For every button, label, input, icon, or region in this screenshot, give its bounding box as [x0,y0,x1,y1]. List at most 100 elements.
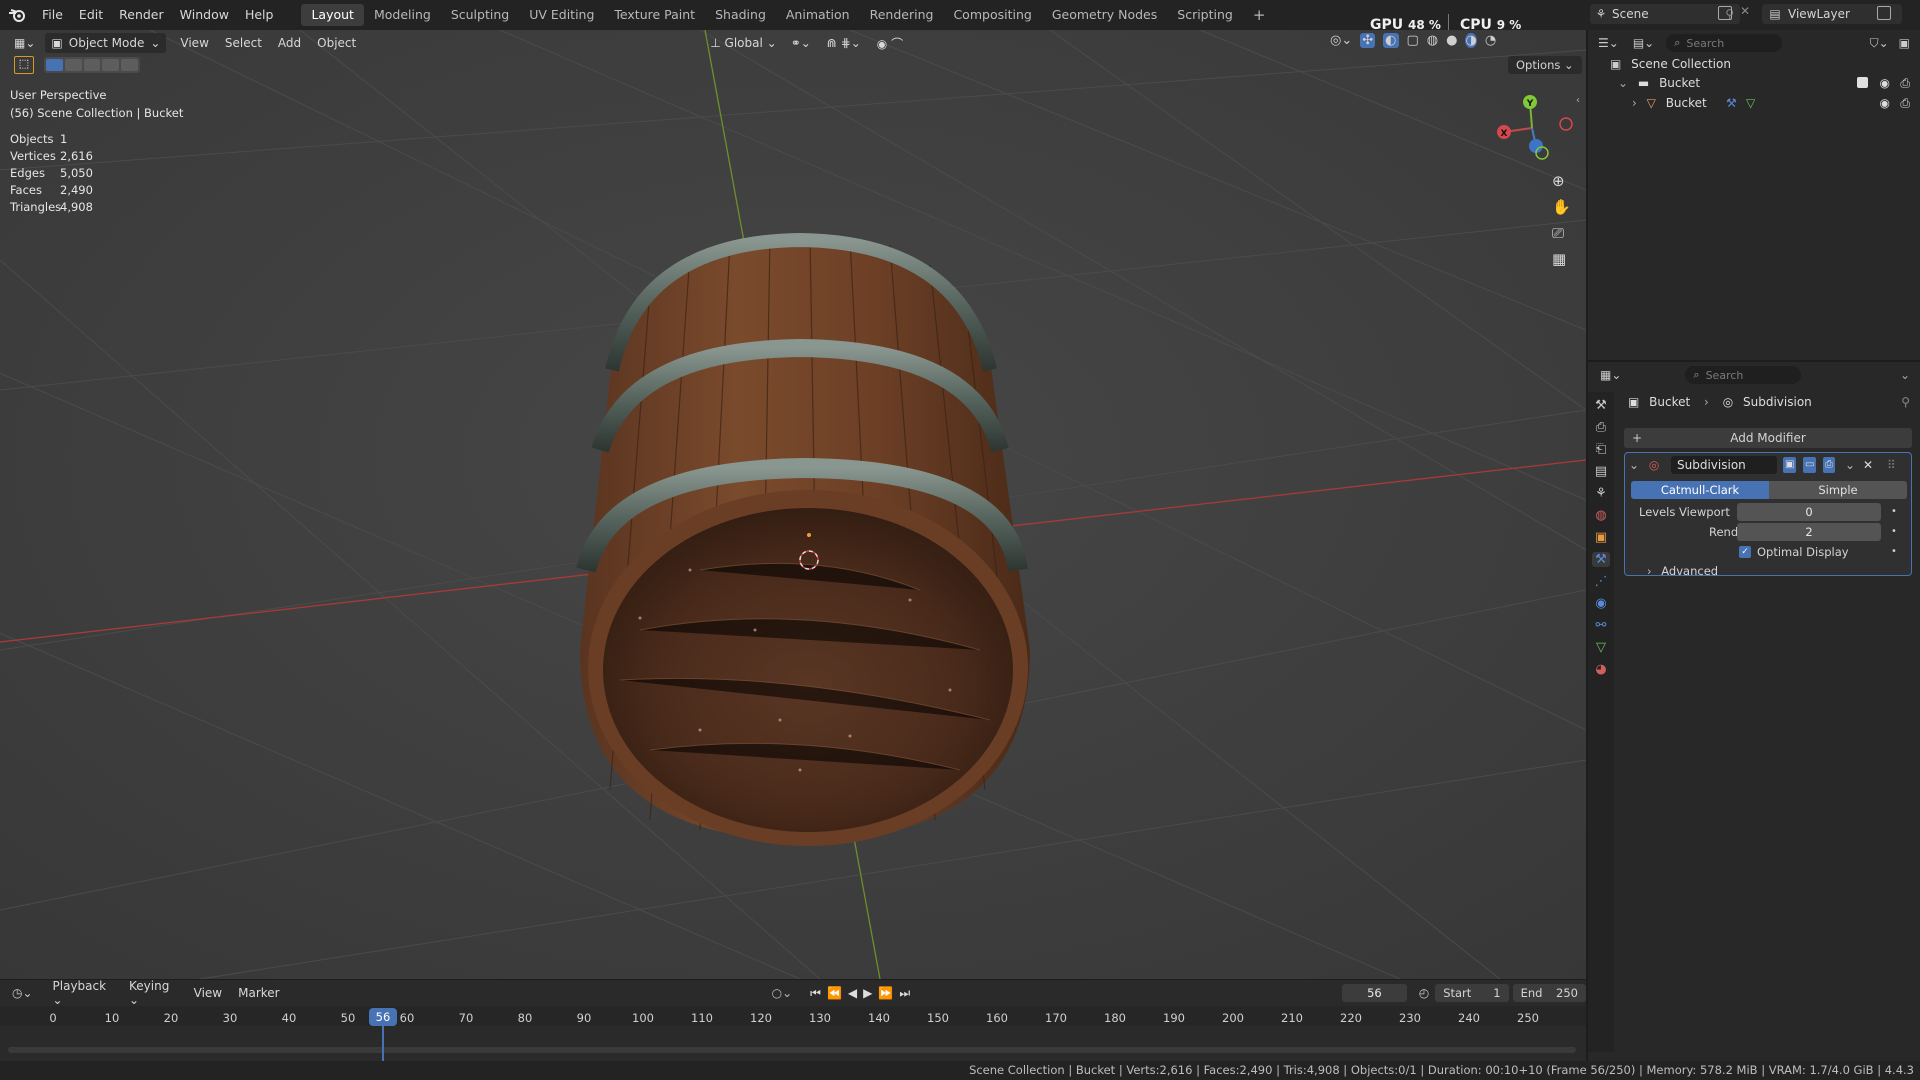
material-tab-icon[interactable]: ◕ [1595,662,1606,677]
outliner-row-scene-collection[interactable]: ▣ Scene Collection [1610,54,1910,74]
tab-shading[interactable]: Shading [705,4,776,26]
tab-uv-editing[interactable]: UV Editing [519,4,604,26]
play-reverse-icon[interactable]: ◀ [848,986,857,1000]
tab-rendering[interactable]: Rendering [860,4,944,26]
solid-shading-icon[interactable]: ● [1446,33,1457,48]
menu-add[interactable]: Add [270,36,309,50]
navigation-gizmo[interactable]: X Y [1480,88,1580,168]
wireframe-shading-icon[interactable]: ◍ [1427,33,1438,48]
jump-next-keyframe-icon[interactable]: ⏩ [878,986,893,1000]
modifier-name-field[interactable]: Subdivision [1671,456,1777,474]
current-frame-field[interactable]: 56 [1342,984,1407,1002]
new-viewlayer-icon[interactable] [1877,6,1891,20]
pin-icon[interactable]: ⚲ [1901,392,1910,412]
transform-orientation-selector[interactable]: ⊥ Global ⌄ [704,33,782,53]
render-tab-icon[interactable]: ⎙ [1596,420,1606,435]
options-button[interactable]: Options ⌄ [1508,56,1582,74]
new-scene-icon[interactable] [1718,6,1732,20]
camera-icon[interactable]: ⎙ [1900,93,1910,113]
menu-object[interactable]: Object [309,36,364,50]
menu-playback[interactable]: Playback ⌄ [45,979,121,1007]
add-modifier-button[interactable]: + Add Modifier [1624,428,1912,448]
camera-icon[interactable]: ⎙ [1900,73,1910,93]
menu-help[interactable]: Help [237,0,282,30]
viewport-toggle-icon[interactable]: ▭ [1803,457,1817,473]
gizmo-toggle-icon[interactable]: ✣ [1360,33,1376,48]
chevron-right-icon[interactable]: › [1632,96,1637,110]
remove-modifier-icon[interactable]: ✕ [1863,455,1873,475]
xray-icon[interactable]: ▢ [1407,33,1419,48]
modifier-menu-chevron-icon[interactable]: ⌄ [1845,455,1855,475]
snap-icon[interactable]: ⋒ ⋕⌄ [819,36,869,50]
physics-tab-icon[interactable]: ◉ [1595,596,1606,611]
exclude-checkbox[interactable] [1857,77,1868,88]
menu-edit[interactable]: Edit [71,0,111,30]
menu-window[interactable]: Window [172,0,237,30]
keyframe-dot-icon[interactable]: • [1891,543,1897,561]
timeline-editor-icon[interactable]: ◷⌄ [12,986,33,1000]
outliner-row-collection[interactable]: ⌄ ▬ Bucket ◉ ⎙ [1618,73,1914,93]
bucket-mesh[interactable] [576,232,1030,846]
overlay-toggle-icon[interactable]: ◐ [1383,33,1399,48]
pan-hand-icon[interactable]: ✋ [1552,198,1571,216]
viewport-scene[interactable] [0,30,1586,979]
select-extend-icon[interactable] [64,59,82,71]
eye-icon[interactable]: ◉ [1880,73,1890,93]
editmode-toggle-icon[interactable]: ▣ [1783,457,1797,473]
tool-tab-icon[interactable]: ⚒ [1595,398,1607,413]
menu-keying[interactable]: Keying ⌄ [121,979,186,1007]
jump-end-icon[interactable]: ⏭ [899,986,910,1001]
timeline-scrollbar[interactable] [8,1047,1576,1053]
constraints-tab-icon[interactable]: ⚯ [1596,618,1607,633]
pivot-icon[interactable]: ⚭⌄ [783,36,819,50]
3d-viewport[interactable] [0,30,1586,979]
tab-compositing[interactable]: Compositing [943,4,1041,26]
menu-marker[interactable]: Marker [230,986,287,1000]
tab-texture-paint[interactable]: Texture Paint [604,4,705,26]
play-icon[interactable]: ▶ [863,986,872,1000]
simple-button[interactable]: Simple [1769,481,1907,499]
render-levels-field[interactable]: 2 [1737,523,1881,541]
outliner-row-object[interactable]: › ▽ Bucket ⚒ ▽ ◉ ⎙ [1632,93,1914,113]
auto-keying-icon[interactable]: ○⌄ [772,986,793,1000]
menu-view[interactable]: View [172,36,216,50]
render-toggle-icon[interactable]: ⎙ [1823,457,1835,473]
tab-scripting[interactable]: Scripting [1167,4,1243,26]
output-tab-icon[interactable]: ⎗ [1596,442,1606,457]
zoom-icon[interactable]: ⊕ [1552,172,1571,190]
view-layer-tab-icon[interactable]: ▤ [1595,464,1607,479]
eye-icon[interactable]: ◉ [1880,93,1890,113]
material-shading-icon[interactable]: ◑ [1465,33,1477,48]
close-scene-icon[interactable]: ✕ [1740,4,1750,18]
modifier-tab-icon[interactable]: ⚒ [1592,552,1610,567]
properties-editor-icon[interactable]: ▦⌄ [1600,368,1621,382]
select-invert-icon[interactable] [102,59,120,71]
collapse-chevron-icon[interactable]: ⌄ [1629,458,1639,472]
tab-modeling[interactable]: Modeling [364,4,441,26]
menu-select[interactable]: Select [217,36,270,50]
mesh-data-icon[interactable]: ▽ [1746,93,1755,113]
playhead-marker[interactable]: 56 [369,1008,397,1026]
visibility-icon[interactable]: ◎⌄ [1330,33,1352,48]
add-workspace-icon[interactable]: + [1243,4,1276,26]
blender-logo-icon[interactable] [0,8,34,22]
filter-icon[interactable]: ⛉⌄ [1870,36,1889,51]
select-tool-icon[interactable]: ⬚ [14,56,34,74]
stopwatch-icon[interactable]: ◴ [1419,986,1429,1000]
sidebar-toggle-icon[interactable]: ‹ [1576,95,1580,106]
menu-view[interactable]: View [186,986,230,1000]
menu-render[interactable]: Render [111,0,172,30]
chevron-down-icon[interactable]: ⌄ [1900,368,1910,382]
tab-geometry-nodes[interactable]: Geometry Nodes [1042,4,1167,26]
menu-file[interactable]: File [34,0,71,30]
particles-tab-icon[interactable]: ⋰ [1595,574,1608,589]
levels-viewport-field[interactable]: 0 [1737,503,1881,521]
chevron-down-icon[interactable]: ⌄ [1618,76,1628,90]
jump-prev-keyframe-icon[interactable]: ⏪ [827,986,842,1000]
outliner-search-input[interactable]: ⌕ Search [1666,34,1783,52]
end-frame-field[interactable]: End 250 [1512,984,1586,1002]
select-intersect-icon[interactable] [121,59,138,71]
properties-search-input[interactable]: ⌕ Search [1685,366,1802,384]
camera-view-icon[interactable]: ⎚ [1552,224,1571,242]
tab-sculpting[interactable]: Sculpting [441,4,519,26]
